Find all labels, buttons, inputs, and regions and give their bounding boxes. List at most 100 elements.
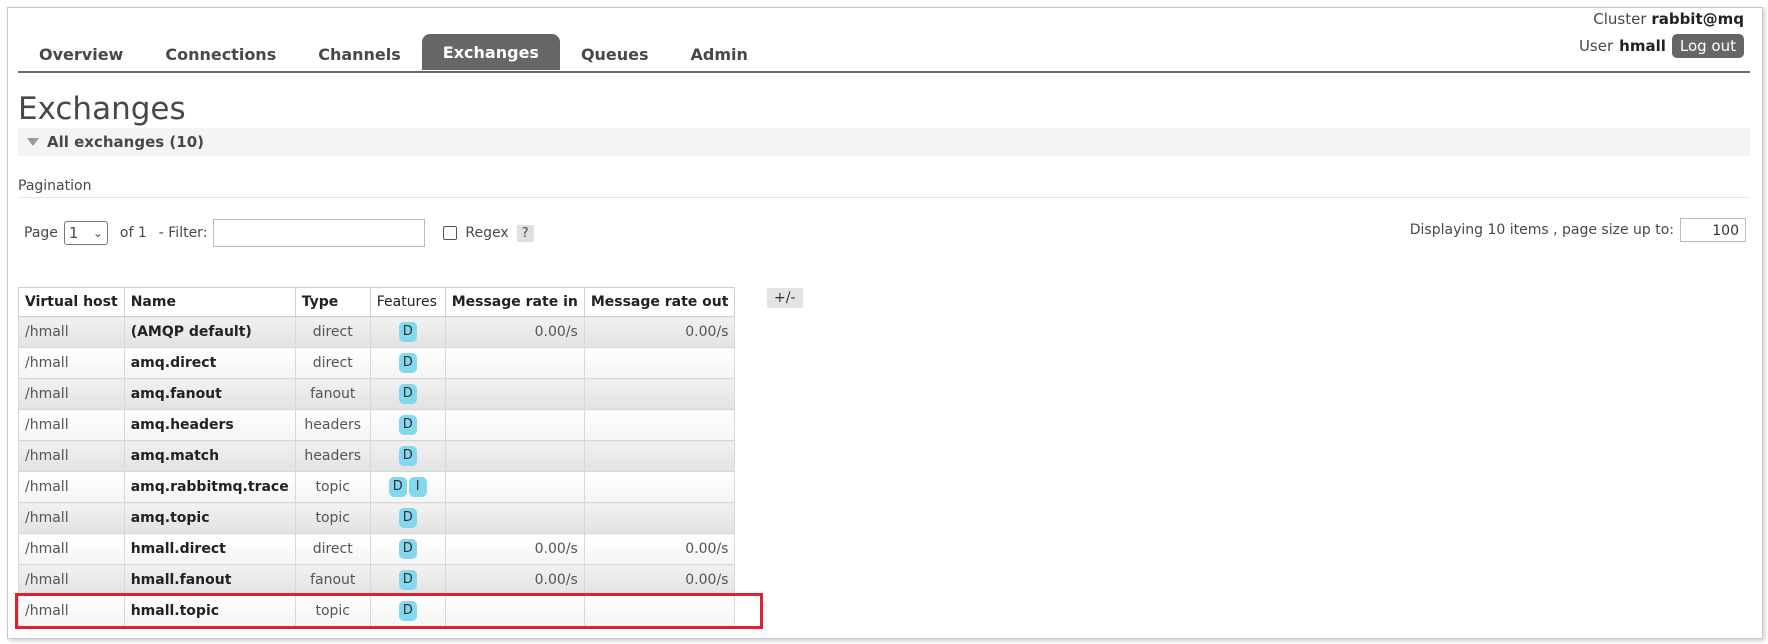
all-exchanges-section-toggle[interactable]: All exchanges (10) [18,128,1750,156]
cell-exchange-name-link[interactable]: amq.headers [123,409,296,441]
table-row[interactable]: /hmall amq.headers headers D [18,409,736,441]
cell-rate-in [444,378,585,410]
cell-type: headers [294,409,371,441]
table-row[interactable]: /hmall hmall.fanout fanout D 0.00/s 0.00/s [18,564,736,596]
chevron-down-icon: ⌄ [92,226,103,240]
tab-queues[interactable]: Queues [560,40,670,70]
durable-badge: D [398,415,417,435]
cell-type: topic [294,595,371,627]
cell-features: D [369,316,446,348]
regex-checkbox[interactable] [443,226,458,240]
cell-exchange-name-link[interactable]: hmall.topic [123,595,296,627]
cell-exchange-name-link[interactable]: amq.fanout [123,378,296,410]
cell-rate-in: 0.00/s [444,564,585,596]
cell-type: direct [294,316,371,348]
regex-help-button[interactable]: ? [516,224,534,242]
column-type[interactable]: Type [294,287,371,317]
filter-input[interactable] [213,219,426,247]
cell-type: fanout [294,564,371,596]
display-info: Displaying 10 items , page size up to: 1… [1410,218,1746,242]
durable-badge: D [388,477,407,497]
cell-rate-in: 0.00/s [444,316,585,348]
cell-rate-out [583,347,736,379]
table-row[interactable]: /hmall amq.match headers D [18,440,736,472]
table-row[interactable]: /hmall amq.topic topic D [18,502,736,534]
column-rate-out[interactable]: Message rate out [583,287,736,317]
cell-type: topic [294,471,371,503]
cell-virtual-host: /hmall [18,440,125,472]
tab-overview[interactable]: Overview [18,40,144,70]
cell-features: D [369,347,446,379]
user-info: User hmall Log out [1579,34,1744,58]
cell-exchange-name-link[interactable]: amq.topic [123,502,296,534]
durable-badge: D [398,570,417,590]
cell-rate-out: 0.00/s [583,316,736,348]
columns-toggle-button[interactable]: +/- [767,288,803,308]
cell-rate-out: 0.00/s [583,564,736,596]
pagination-divider [18,197,1750,198]
cell-rate-in: 0.00/s [444,533,585,565]
table-header-row: Virtual host Name Type Features Message … [18,287,736,317]
table-row[interactable]: /hmall hmall.topic topic D [18,595,736,627]
cell-rate-in [444,347,585,379]
cell-rate-in [444,502,585,534]
cell-virtual-host: /hmall [18,564,125,596]
cell-virtual-host: /hmall [18,378,125,410]
cell-virtual-host: /hmall [18,347,125,379]
cell-rate-in [444,409,585,441]
cell-virtual-host: /hmall [18,533,125,565]
cluster-name: rabbit@mq [1651,10,1744,28]
tab-admin[interactable]: Admin [670,40,769,70]
page-title: Exchanges [18,91,186,127]
cell-exchange-name-link[interactable]: (AMQP default) [123,316,296,348]
table-row[interactable]: /hmall amq.fanout fanout D [18,378,736,410]
exchanges-table: Virtual host Name Type Features Message … [18,287,736,627]
cell-features: D [369,409,446,441]
durable-badge: D [398,601,417,621]
cell-type: headers [294,440,371,472]
cell-exchange-name-link[interactable]: amq.rabbitmq.trace [123,471,296,503]
cluster-info: Cluster rabbit@mq [1593,10,1744,28]
cell-exchange-name-link[interactable]: hmall.direct [123,533,296,565]
page-size-input[interactable]: 100 [1680,218,1746,242]
column-name[interactable]: Name [123,287,296,317]
cell-rate-out: 0.00/s [583,533,736,565]
tab-connections[interactable]: Connections [144,40,297,70]
durable-badge: D [398,353,417,373]
page-select[interactable]: 1 ⌄ [63,221,108,245]
cell-features: D [369,440,446,472]
cell-type: topic [294,502,371,534]
cell-exchange-name-link[interactable]: amq.direct [123,347,296,379]
cell-exchange-name-link[interactable]: hmall.fanout [123,564,296,596]
table-row[interactable]: /hmall amq.rabbitmq.trace topic D I [18,471,736,503]
section-title: All exchanges (10) [47,133,204,151]
cell-rate-out [583,378,736,410]
column-virtual-host[interactable]: Virtual host [18,287,125,317]
table-row[interactable]: /hmall amq.direct direct D [18,347,736,379]
cell-features: D [369,533,446,565]
cluster-label: Cluster [1593,10,1647,28]
tab-channels[interactable]: Channels [297,40,422,70]
tab-exchanges[interactable]: Exchanges [421,34,560,70]
page-label: Page [24,225,58,241]
table-row[interactable]: /hmall hmall.direct direct D 0.00/s 0.00/s [18,533,736,565]
pagination-label: Pagination [18,178,92,194]
logout-button[interactable]: Log out [1671,34,1744,58]
main-tabs: Overview Connections Channels Exchanges … [18,34,769,74]
cell-rate-in [444,471,585,503]
cell-type: fanout [294,378,371,410]
cell-rate-in [444,595,585,627]
cell-features: DI [369,471,446,503]
tab-underline [18,71,1750,73]
cell-rate-out [583,502,736,534]
table-row[interactable]: /hmall (AMQP default) direct D 0.00/s 0.00/s [18,316,736,348]
regex-label: Regex [465,225,509,241]
cell-rate-out [583,440,736,472]
column-rate-in[interactable]: Message rate in [444,287,585,317]
cell-features: D [369,378,446,410]
cell-virtual-host: /hmall [18,471,125,503]
cell-features: D [369,564,446,596]
durable-badge: D [398,446,417,466]
cell-exchange-name-link[interactable]: amq.match [123,440,296,472]
cell-features: D [369,502,446,534]
